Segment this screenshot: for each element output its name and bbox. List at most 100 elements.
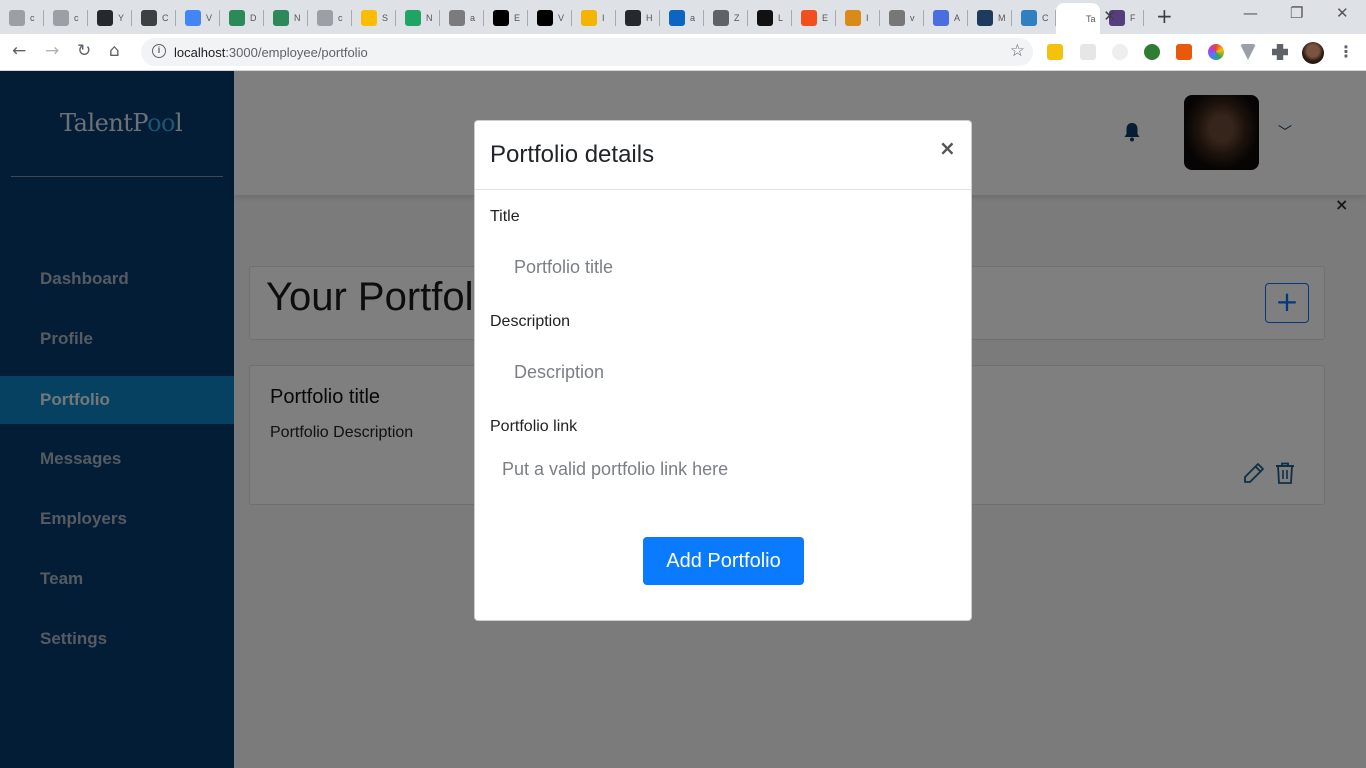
browser-tab[interactable]: E bbox=[484, 5, 528, 30]
favicon-icon bbox=[1065, 10, 1081, 27]
menu-icon[interactable]: ⋮ bbox=[1338, 42, 1354, 61]
browser-tab[interactable]: C bbox=[132, 5, 176, 30]
tab-separator bbox=[87, 10, 88, 26]
favicon-icon bbox=[449, 9, 465, 26]
browser-tab[interactable]: D bbox=[220, 5, 264, 30]
tab-label: E bbox=[822, 12, 829, 23]
extension-icon[interactable] bbox=[1047, 44, 1063, 60]
browser-tab[interactable]: c bbox=[0, 5, 44, 30]
favicon-icon bbox=[669, 9, 685, 26]
browser-tab[interactable]: A bbox=[924, 5, 968, 30]
tab-separator bbox=[879, 10, 880, 26]
browser-tab[interactable]: L bbox=[748, 5, 792, 30]
tab-separator bbox=[571, 10, 572, 26]
browser-tab[interactable]: C bbox=[1012, 5, 1056, 30]
tab-label: L bbox=[778, 12, 784, 23]
tab-separator bbox=[219, 10, 220, 26]
browser-tab[interactable]: c bbox=[308, 5, 352, 30]
tab-separator bbox=[747, 10, 748, 26]
portfolio-link-input[interactable] bbox=[502, 456, 942, 482]
browser-tab[interactable]: I bbox=[572, 5, 616, 30]
tab-label: D bbox=[250, 12, 257, 23]
browser-tab[interactable]: N bbox=[396, 5, 440, 30]
extension-icon[interactable] bbox=[1176, 44, 1192, 60]
tab-separator bbox=[703, 10, 704, 26]
browser-tab[interactable]: c bbox=[44, 5, 88, 30]
favicon-icon bbox=[537, 9, 553, 26]
favicon-icon bbox=[405, 9, 421, 26]
tab-separator bbox=[439, 10, 440, 26]
tab-label: c bbox=[74, 12, 79, 23]
favicon-icon bbox=[625, 9, 641, 26]
favicon-icon bbox=[493, 9, 509, 26]
favicon-icon bbox=[9, 9, 25, 26]
forward-arrow-icon[interactable]: → bbox=[45, 41, 59, 61]
browser-tab[interactable]: Z bbox=[704, 5, 748, 30]
info-icon[interactable]: i bbox=[152, 44, 166, 58]
add-portfolio-submit-button[interactable]: Add Portfolio bbox=[643, 537, 804, 585]
url-text[interactable]: localhost:3000/employee/portfolio bbox=[174, 45, 368, 60]
favicon-icon bbox=[845, 9, 861, 26]
browser-tab[interactable]: v bbox=[880, 5, 924, 30]
tab-separator bbox=[923, 10, 924, 26]
favicon-icon bbox=[53, 9, 69, 26]
close-icon[interactable]: × bbox=[939, 136, 956, 160]
browser-tab[interactable]: V bbox=[176, 5, 220, 30]
puzzle-icon[interactable] bbox=[1272, 44, 1288, 60]
tab-separator bbox=[263, 10, 264, 26]
tab-separator bbox=[527, 10, 528, 26]
tab-separator bbox=[175, 10, 176, 26]
description-input[interactable] bbox=[514, 359, 944, 385]
extension-icon[interactable] bbox=[1080, 44, 1096, 60]
tab-separator bbox=[483, 10, 484, 26]
favicon-icon bbox=[361, 9, 377, 26]
browser-tab[interactable]: Ta ✕ bbox=[1056, 3, 1116, 34]
browser-tab[interactable]: I bbox=[836, 5, 880, 30]
tab-label: Y bbox=[118, 12, 125, 23]
browser-tab[interactable]: N bbox=[264, 5, 308, 30]
avatar[interactable] bbox=[1302, 42, 1324, 64]
extension-icon[interactable] bbox=[1208, 44, 1224, 60]
star-icon[interactable]: ☆ bbox=[1010, 41, 1025, 61]
favicon-icon bbox=[933, 9, 949, 26]
address-bar[interactable]: i localhost:3000/employee/portfolio ☆ bbox=[141, 38, 1033, 66]
tab-label: N bbox=[294, 12, 301, 23]
portfolio-details-modal: Portfolio details × Title Description Po… bbox=[474, 120, 972, 621]
close-tab-icon[interactable]: ✕ bbox=[1103, 7, 1116, 25]
tab-label: S bbox=[382, 12, 389, 23]
tab-label: Ta bbox=[1086, 13, 1096, 24]
browser-tab[interactable]: H bbox=[616, 5, 660, 30]
extension-icon[interactable] bbox=[1240, 44, 1256, 60]
reload-icon[interactable]: ↻ bbox=[77, 41, 91, 61]
tab-separator bbox=[967, 10, 968, 26]
tab-label: v bbox=[910, 12, 915, 23]
favicon-icon bbox=[229, 9, 245, 26]
tab-label: Z bbox=[734, 12, 740, 23]
browser-tab[interactable]: a bbox=[440, 5, 484, 30]
favicon-icon bbox=[317, 9, 333, 26]
modal-title: Portfolio details bbox=[490, 141, 655, 168]
browser-tab[interactable]: S bbox=[352, 5, 396, 30]
tab-separator bbox=[1055, 10, 1056, 26]
close-window-button[interactable]: ✕ bbox=[1336, 4, 1349, 22]
favicon-icon bbox=[141, 9, 157, 26]
new-tab-button[interactable]: + bbox=[1156, 4, 1173, 28]
modal-header: Portfolio details × bbox=[475, 121, 971, 190]
tab-label: I bbox=[602, 12, 605, 23]
extension-icon[interactable] bbox=[1144, 44, 1160, 60]
browser-tab[interactable]: E bbox=[792, 5, 836, 30]
browser-tab[interactable]: M bbox=[968, 5, 1012, 30]
browser-tab[interactable]: a bbox=[660, 5, 704, 30]
browser-tab[interactable]: Y bbox=[88, 5, 132, 30]
url-path: :3000/employee/portfolio bbox=[225, 45, 368, 60]
extension-icon[interactable] bbox=[1112, 44, 1128, 60]
favicon-icon bbox=[801, 9, 817, 26]
minimize-button[interactable]: — bbox=[1243, 4, 1258, 22]
home-icon[interactable]: ⌂ bbox=[109, 41, 120, 61]
browser-tab[interactable]: V bbox=[528, 5, 572, 30]
portfolio-link-label: Portfolio link bbox=[490, 418, 578, 435]
tab-label: c bbox=[338, 12, 343, 23]
maximize-button[interactable]: ❐ bbox=[1290, 4, 1303, 22]
portfolio-title-input[interactable] bbox=[514, 254, 944, 280]
back-arrow-icon[interactable]: ← bbox=[12, 41, 26, 61]
